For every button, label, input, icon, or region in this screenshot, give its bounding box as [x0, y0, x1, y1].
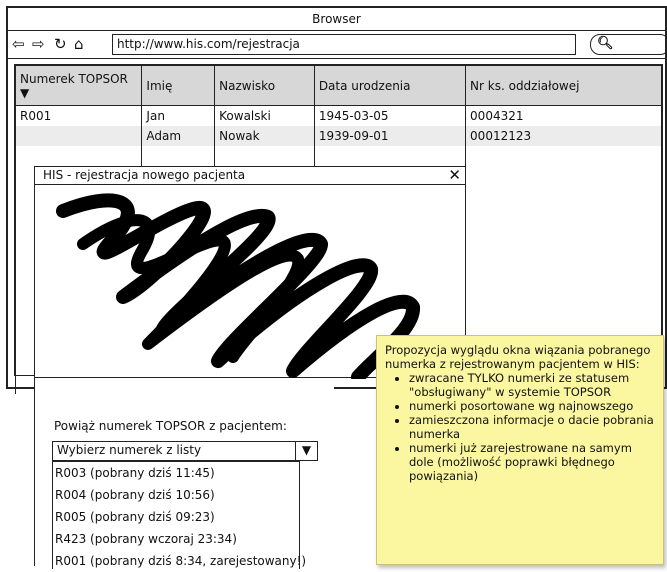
note-point: numerki posortowane wg najnowszego	[409, 399, 655, 413]
column-header-birth-date[interactable]: Data urodzenia	[313, 65, 467, 106]
table-row[interactable]: Adam Nowak 1939-09-01 00012123	[14, 126, 662, 146]
chevron-down-icon[interactable]: ▼	[295, 442, 317, 460]
dialog-title: HIS - rejestracja nowego pacjenta ✕	[35, 166, 465, 185]
table-cell: R001	[14, 105, 143, 126]
magnifier-icon: 🔍︎	[597, 36, 614, 51]
note-point: zamieszczona informacje o dacie pobrania…	[409, 413, 655, 441]
column-header-ward-number[interactable]: Nr ks. oddziałowej	[465, 65, 662, 106]
table-cell	[14, 126, 143, 146]
column-header-topsor[interactable]: Numerek TOPSOR ▼	[14, 65, 143, 106]
table-cell: Adam	[141, 126, 216, 146]
table-cell: Jan	[141, 105, 216, 126]
table-cell: Nowak	[214, 126, 315, 146]
note-list: zwracane TYLKO numerki ze statusem "obsł…	[385, 371, 655, 483]
url-input[interactable]: http://www.his.com/rejestracja	[112, 34, 576, 55]
forward-arrow-icon[interactable]: ⇨	[32, 33, 45, 55]
back-arrow-icon[interactable]: ⇦	[12, 33, 25, 55]
dialog-title-text: HIS - rejestracja nowego pacjenta	[43, 168, 246, 182]
note-point: zwracane TYLKO numerki ze statusem "obsł…	[409, 371, 655, 399]
browser-title: Browser	[312, 12, 361, 26]
toolbar-divider	[8, 58, 665, 59]
sticky-note: Propozycja wyglądu okna wiązania pobrane…	[376, 335, 664, 565]
column-header-last-name[interactable]: Nazwisko	[214, 65, 315, 106]
topsor-number-select[interactable]: Wybierz numerek z listy ▼	[52, 441, 318, 461]
titlebar-divider	[8, 30, 665, 31]
option-r423[interactable]: R423 (pobrany wczoraj 23:34)	[53, 528, 299, 550]
topsor-options-list: R003 (pobrany dziś 11:45) R004 (pobrany …	[52, 461, 306, 569]
navigation-bar: ⇦ ⇨ ↻ ⌂ http://www.his.com/rejestracja 🔍…	[8, 32, 667, 56]
table-row[interactable]: R001 Jan Kowalski 1945-03-05 0004321	[14, 105, 662, 126]
table-cell: 00012123	[465, 126, 662, 146]
table-cell: 1945-03-05	[313, 105, 467, 126]
close-icon[interactable]: ✕	[448, 166, 461, 184]
link-topsor-label: Powiąż numerek TOPSOR z pacjentem:	[54, 419, 287, 433]
home-icon[interactable]: ⌂	[74, 33, 84, 55]
option-r005[interactable]: R005 (pobrany dziś 09:23)	[53, 506, 299, 528]
note-point: numerki już zarejestrowane na samym dole…	[409, 441, 655, 483]
search-input[interactable]: 🔍︎	[590, 34, 667, 55]
table-cell: 1939-09-01	[313, 126, 467, 146]
reload-icon[interactable]: ↻	[54, 33, 67, 55]
table-cell: Kowalski	[214, 105, 315, 126]
note-intro: Propozycja wyglądu okna wiązania pobrane…	[385, 343, 651, 371]
table-cell: 0004321	[465, 105, 662, 126]
select-value: Wybierz numerek z listy	[57, 443, 202, 457]
option-r003[interactable]: R003 (pobrany dziś 11:45)	[53, 462, 299, 484]
option-r004[interactable]: R004 (pobrany dziś 10:56)	[53, 484, 299, 506]
column-header-first-name[interactable]: Imię	[141, 65, 216, 106]
